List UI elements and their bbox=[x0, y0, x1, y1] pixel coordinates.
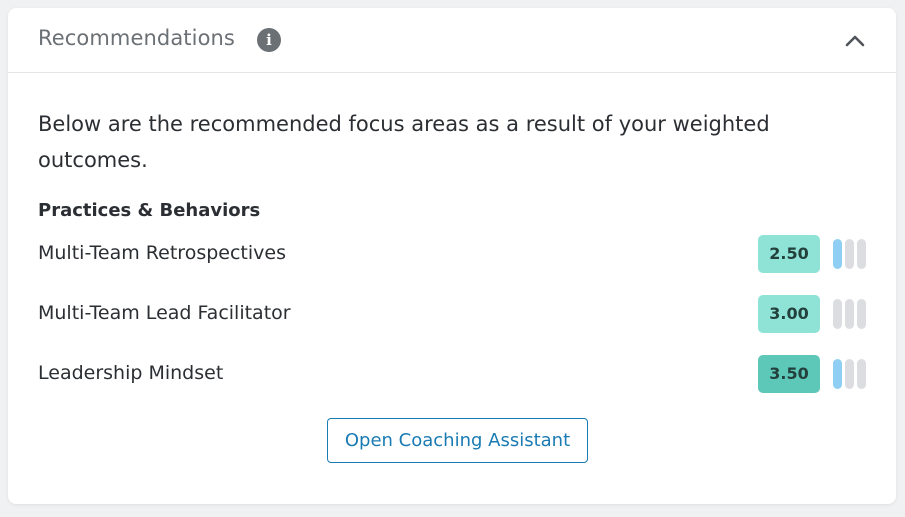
score-badge: 3.50 bbox=[758, 355, 820, 393]
recommendation-label: Multi-Team Retrospectives bbox=[38, 242, 286, 264]
level-indicator bbox=[833, 359, 867, 389]
card-header[interactable]: Recommendations i bbox=[8, 8, 896, 73]
level-bar bbox=[845, 239, 854, 269]
level-indicator bbox=[833, 299, 867, 329]
level-bar bbox=[845, 359, 854, 389]
level-bar bbox=[833, 299, 842, 329]
info-icon[interactable]: i bbox=[257, 28, 281, 52]
score-badge: 2.50 bbox=[758, 235, 820, 273]
chevron-up-icon bbox=[845, 35, 865, 47]
intro-text: Below are the recommended focus areas as… bbox=[38, 112, 770, 172]
level-bar bbox=[857, 299, 866, 329]
open-coaching-assistant-button[interactable]: Open Coaching Assistant bbox=[327, 418, 588, 463]
level-bar bbox=[833, 239, 842, 269]
level-indicator bbox=[833, 239, 867, 269]
recommendation-label: Multi-Team Lead Facilitator bbox=[38, 302, 291, 324]
score-badge: 3.00 bbox=[758, 295, 820, 333]
level-bar bbox=[857, 359, 866, 389]
level-bar bbox=[857, 239, 866, 269]
card-title: Recommendations bbox=[38, 26, 235, 50]
recommendations-card: Recommendations i Below are the recommen… bbox=[8, 8, 896, 504]
recommendation-label: Leadership Mindset bbox=[38, 362, 224, 384]
collapse-button[interactable] bbox=[840, 26, 870, 54]
recommendation-row: Multi-Team Retrospectives 2.50 bbox=[38, 235, 868, 273]
recommendation-row: Multi-Team Lead Facilitator 3.00 bbox=[38, 295, 868, 333]
level-bar bbox=[833, 359, 842, 389]
level-bar bbox=[845, 299, 854, 329]
recommendation-row: Leadership Mindset 3.50 bbox=[38, 355, 868, 393]
section-heading: Practices & Behaviors bbox=[38, 200, 261, 221]
